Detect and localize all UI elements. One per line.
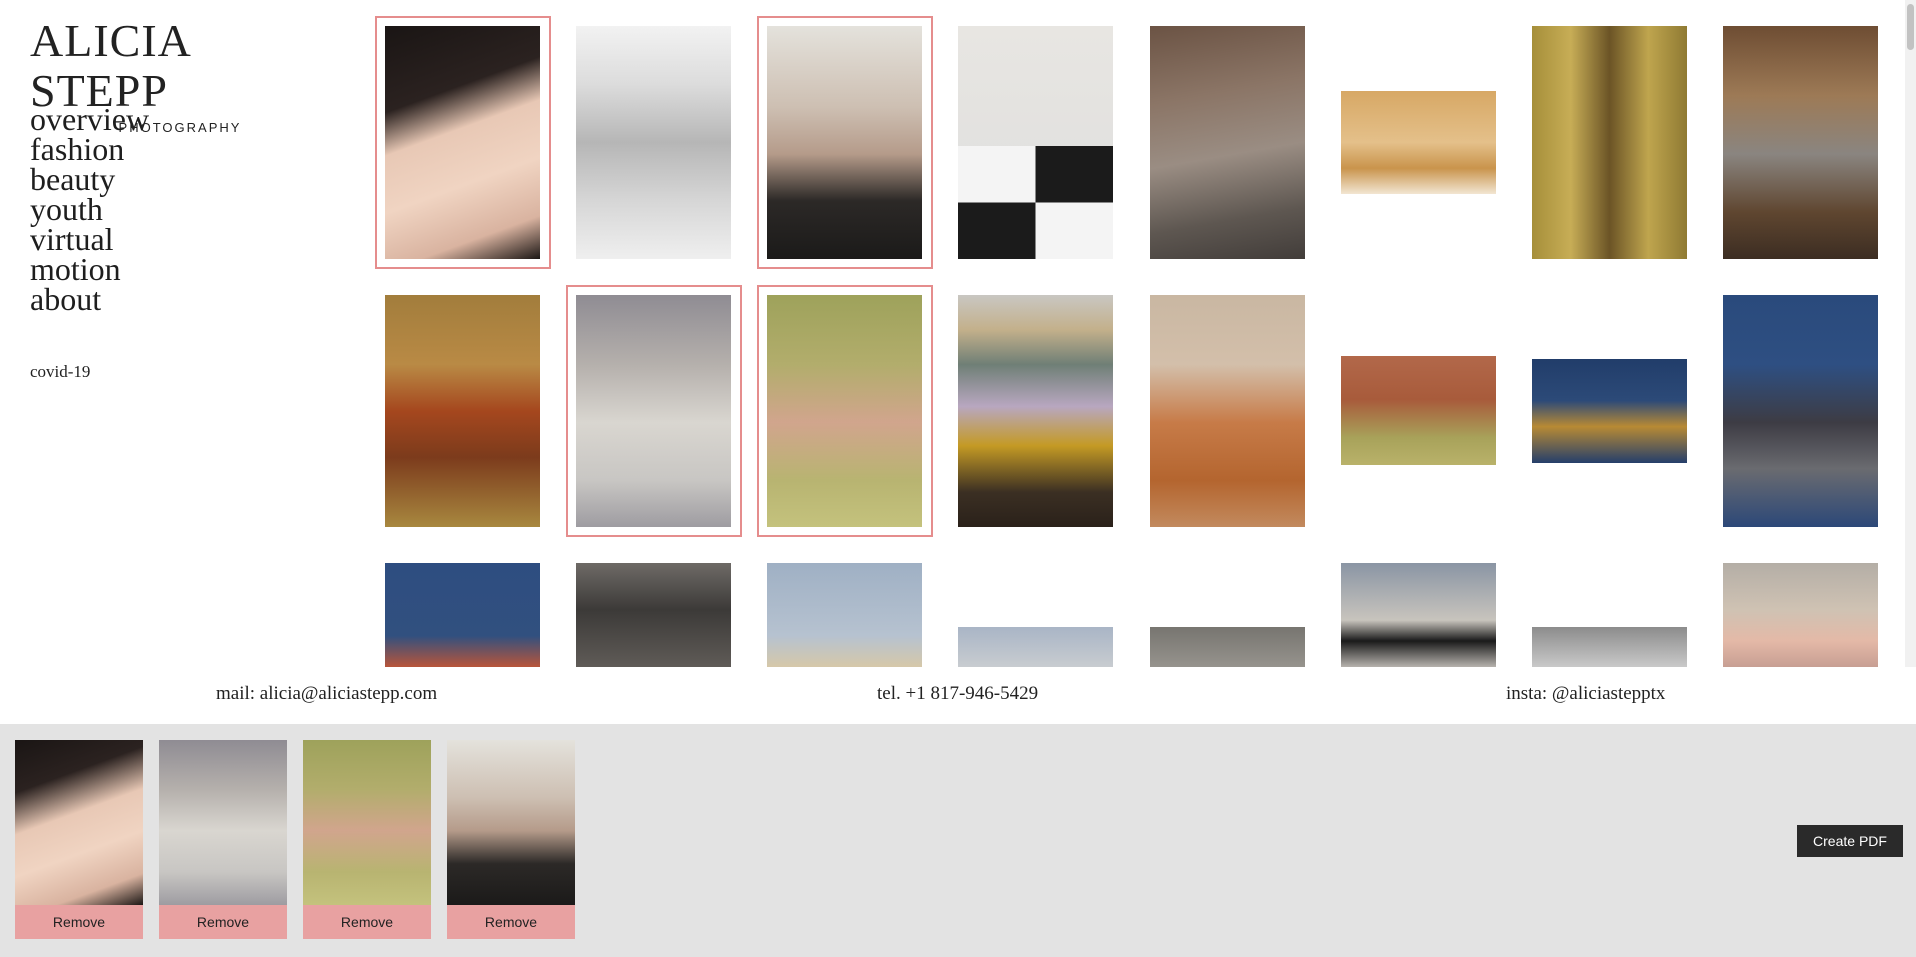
nav-item-beauty[interactable]: beauty: [30, 163, 149, 195]
selection-outline: [757, 285, 933, 537]
nav-item-virtual[interactable]: virtual: [30, 223, 149, 255]
tray-item: Remove: [15, 740, 143, 941]
scrollbar-thumb[interactable]: [1907, 4, 1914, 50]
remove-button[interactable]: Remove: [303, 905, 431, 939]
nav-item-about[interactable]: about: [30, 283, 149, 315]
tray-photo: [15, 740, 143, 905]
main-nav: overview fashion beauty youth virtual mo…: [30, 103, 149, 315]
gallery-photo[interactable]: [385, 295, 540, 527]
nav-item-overview[interactable]: overview: [30, 103, 149, 135]
gallery-photo[interactable]: [1150, 627, 1305, 667]
gallery-photo[interactable]: [1723, 26, 1878, 259]
nav-item-fashion[interactable]: fashion: [30, 133, 149, 165]
pdf-tray: Remove Remove Remove Remove Create PDF: [0, 724, 1916, 957]
covid-link[interactable]: covid-19: [30, 362, 90, 382]
remove-button[interactable]: Remove: [15, 905, 143, 939]
selection-outline: [375, 16, 551, 269]
gallery-photo[interactable]: [576, 563, 731, 667]
gallery-photo[interactable]: [1150, 295, 1305, 527]
gallery-photo[interactable]: [1532, 26, 1687, 259]
tray-photo: [447, 740, 575, 905]
gallery-photo[interactable]: [1150, 26, 1305, 259]
gallery-scrollbar[interactable]: [1905, 0, 1916, 667]
contact-mail[interactable]: mail: alicia@aliciastepp.com: [216, 683, 437, 705]
gallery-photo[interactable]: [958, 627, 1113, 667]
gallery-photo[interactable]: [1723, 295, 1878, 527]
selection-outline: [757, 16, 933, 269]
nav-item-motion[interactable]: motion: [30, 253, 149, 285]
gallery-photo[interactable]: [958, 295, 1113, 527]
create-pdf-button[interactable]: Create PDF: [1797, 825, 1903, 857]
contact-tel[interactable]: tel. +1 817-946-5429: [877, 683, 1038, 705]
contact-insta[interactable]: insta: @aliciastepptx: [1506, 683, 1665, 705]
gallery-photo[interactable]: [1532, 359, 1687, 463]
gallery-photo[interactable]: [1341, 91, 1496, 194]
gallery-photo[interactable]: [958, 26, 1113, 259]
gallery-photo[interactable]: [1723, 563, 1878, 667]
remove-button[interactable]: Remove: [447, 905, 575, 939]
gallery-photo[interactable]: [767, 563, 922, 667]
gallery-photo[interactable]: [576, 26, 731, 259]
remove-button[interactable]: Remove: [159, 905, 287, 939]
tray-photo: [303, 740, 431, 905]
nav-item-youth[interactable]: youth: [30, 193, 149, 225]
tray-item: Remove: [303, 740, 431, 941]
tray-item: Remove: [447, 740, 575, 941]
tray-photo: [159, 740, 287, 905]
selection-outline: [566, 285, 742, 537]
gallery-photo[interactable]: [1532, 627, 1687, 667]
gallery-photo[interactable]: [1341, 563, 1496, 667]
gallery-photo[interactable]: [1341, 356, 1496, 465]
tray-item: Remove: [159, 740, 287, 941]
gallery-photo[interactable]: [385, 563, 540, 667]
